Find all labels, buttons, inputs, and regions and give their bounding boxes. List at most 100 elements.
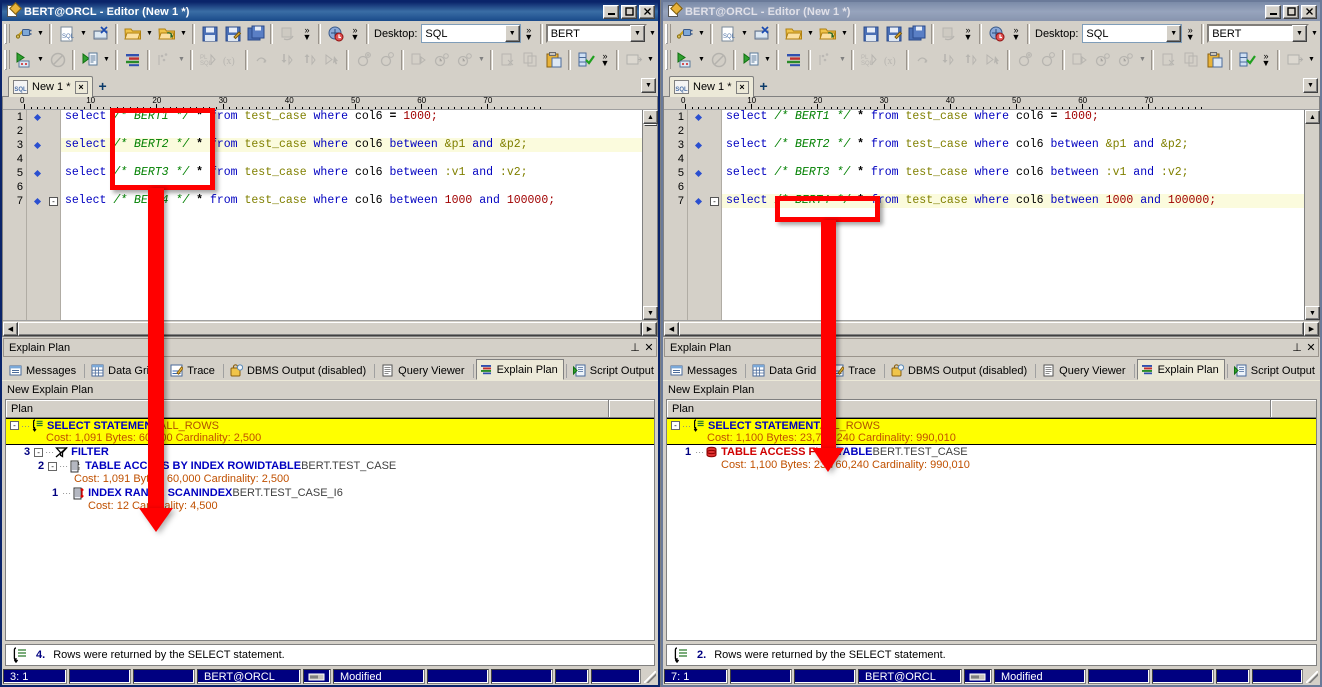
result-tab-trace[interactable]: Trace <box>827 361 882 380</box>
explain-plan-icon[interactable] <box>782 49 805 71</box>
execute-dropdown[interactable]: ▼ <box>35 49 46 71</box>
plan-expander-icon[interactable]: - <box>10 421 19 430</box>
plan-row[interactable]: - ··· SELECT STATEMENT ALL_ROWS <box>6 418 654 432</box>
dock-titlebar[interactable]: Explain Plan ⊥ ✕ <box>664 338 1319 357</box>
toolbar-grip[interactable] <box>665 23 671 44</box>
toolbar-overflow-3[interactable]: » ▼ <box>1182 23 1198 45</box>
open-file-dropdown[interactable]: ▼ <box>144 23 155 45</box>
format-check-icon[interactable] <box>1235 49 1258 71</box>
save-as-icon[interactable] <box>882 23 905 45</box>
report-dropdown[interactable]: ▼ <box>1306 49 1317 71</box>
result-tab-messages[interactable]: Messages <box>666 361 743 380</box>
result-tab-script-output[interactable]: Script Output <box>1230 361 1321 380</box>
result-tab-messages[interactable]: Messages <box>5 361 82 380</box>
close-window-icon[interactable] <box>89 23 112 45</box>
session-icon[interactable] <box>324 23 347 45</box>
execute-script-icon[interactable] <box>78 49 101 71</box>
plan-column-header[interactable]: Plan <box>667 400 1271 417</box>
toolbar-overflow-2[interactable]: » ▼ <box>347 23 363 45</box>
plan-expander-icon[interactable]: - <box>34 447 44 457</box>
result-tab-query-viewer[interactable]: Query Viewer <box>1038 361 1131 380</box>
plan-column-header[interactable]: Plan <box>6 400 609 417</box>
line-marker[interactable] <box>688 110 708 124</box>
toolbar-overflow-1[interactable]: » ▼ <box>299 23 315 45</box>
line-marker[interactable] <box>27 180 47 194</box>
result-tab-trace[interactable]: Trace <box>166 361 221 380</box>
editor-horizontal-scrollbar[interactable]: ◀ ▶ <box>3 320 657 336</box>
line-marker[interactable] <box>27 152 47 166</box>
titlebar-left[interactable]: BERT@ORCL - Editor (New 1 *) <box>2 2 658 21</box>
minimize-button[interactable] <box>603 4 619 19</box>
dock-titlebar[interactable]: Explain Plan ⊥ ✕ <box>3 338 657 357</box>
toolbar-grip[interactable] <box>4 23 10 44</box>
line-marker[interactable] <box>688 180 708 194</box>
close-tab-icon[interactable]: × <box>74 80 88 94</box>
chevron-down-icon[interactable]: ▼ <box>1166 25 1182 42</box>
resize-grip[interactable] <box>643 670 657 684</box>
document-tab-new1[interactable]: SQL New 1 * × <box>669 76 754 97</box>
plan-expander-icon[interactable]: - <box>48 461 58 471</box>
pin-icon[interactable]: ⊥ <box>1290 341 1304 354</box>
fold-marker[interactable]: - <box>708 194 721 208</box>
fold-marker[interactable] <box>708 110 721 124</box>
new-sql-window-icon[interactable]: SQL <box>716 23 739 45</box>
toolbar-overflow-5[interactable]: » ▼ <box>597 49 613 71</box>
fold-marker[interactable] <box>47 138 60 152</box>
plan-row[interactable]: 1 ··· INDEX RANGE SCAN INDEX BERT.TEST_CAS… <box>6 486 654 500</box>
session-icon[interactable] <box>985 23 1008 45</box>
toolbar-overflow-1[interactable]: » ▼ <box>960 23 976 45</box>
plan-row[interactable]: 1 ··· TABLE ACCESS FULL TABLE BERT.TEST_CA… <box>667 445 1316 459</box>
maximize-button[interactable] <box>621 4 637 19</box>
plan-row[interactable]: 2- ··· 1 2 TABLE ACCESS BY INDEX ROWID TABLE… <box>6 459 654 473</box>
code-line[interactable]: select /* BERT2 */ * from test_case wher… <box>722 138 1319 152</box>
fold-toggle-icon[interactable]: - <box>49 196 58 206</box>
explain-plan-rows[interactable]: - ··· SELECT STATEMENT ALL_ROWS Cost: 1,091… <box>6 418 654 640</box>
save-icon[interactable] <box>859 23 882 45</box>
explain-plan-grid-left[interactable]: Plan - ··· SELECT STATEMENT ALL_ROWS Cost: … <box>5 399 655 641</box>
bookmark-gutter[interactable] <box>27 110 47 320</box>
close-tab-icon[interactable]: × <box>735 80 749 94</box>
fold-marker[interactable] <box>708 138 721 152</box>
explain-plan-grid-right[interactable]: Plan - ··· SELECT STATEMENT ALL_ROWS Cost: … <box>666 399 1317 641</box>
code-line[interactable]: select /* BERT4 */ * from test_case wher… <box>61 194 657 208</box>
close-button[interactable] <box>1301 4 1317 19</box>
new-window-dropdown[interactable]: ▼ <box>739 23 750 45</box>
new-connection-icon[interactable] <box>673 23 696 45</box>
fold-marker[interactable] <box>47 110 60 124</box>
recall-file-icon[interactable] <box>816 23 839 45</box>
save-all-icon[interactable] <box>244 23 267 45</box>
code-text-area[interactable]: select /* BERT1 */ * from test_case wher… <box>61 110 657 320</box>
close-window-icon[interactable] <box>750 23 773 45</box>
code-line[interactable]: select /* BERT2 */ * from test_case wher… <box>61 138 657 152</box>
execute-script-dropdown[interactable]: ▼ <box>101 49 112 71</box>
code-line[interactable] <box>61 124 657 138</box>
format-check-icon[interactable] <box>574 49 597 71</box>
chevron-down-icon[interactable]: ▼ <box>504 25 520 42</box>
result-tab-dbms-output-disabled[interactable]: DBMS Output (disabled) <box>226 361 372 380</box>
desktop-select[interactable]: SQL ▼ <box>1082 24 1183 43</box>
execute-script-dropdown[interactable]: ▼ <box>762 49 773 71</box>
chevron-down-icon[interactable]: ▼ <box>629 25 645 42</box>
result-tab-data-grid[interactable]: Data Grid <box>87 361 161 380</box>
line-marker[interactable] <box>27 124 47 138</box>
code-line[interactable]: select /* BERT4 */ * from test_case wher… <box>722 194 1319 208</box>
report-dropdown[interactable]: ▼ <box>645 49 656 71</box>
recall-file-dropdown[interactable]: ▼ <box>178 23 189 45</box>
code-line[interactable] <box>722 152 1319 166</box>
minimize-button[interactable] <box>1265 4 1281 19</box>
bookmark-gutter[interactable] <box>688 110 708 320</box>
code-line[interactable]: select /* BERT1 */ * from test_case wher… <box>722 110 1319 124</box>
plan-row[interactable]: 3- ··· FILTER <box>6 445 654 459</box>
schema-select[interactable]: BERT ▼ <box>545 24 647 43</box>
fold-gutter[interactable]: - <box>708 110 722 320</box>
new-tab-button[interactable]: + <box>99 78 107 96</box>
fold-marker[interactable] <box>708 152 721 166</box>
fold-marker[interactable]: - <box>47 194 60 208</box>
line-marker[interactable] <box>688 138 708 152</box>
open-file-icon[interactable] <box>782 23 805 45</box>
fold-marker[interactable] <box>47 166 60 180</box>
line-marker[interactable] <box>27 166 47 180</box>
new-connection-dropdown[interactable]: ▼ <box>35 23 46 45</box>
save-as-icon[interactable] <box>221 23 244 45</box>
editor-vertical-scrollbar[interactable]: ▲ ▼ <box>1304 110 1320 320</box>
